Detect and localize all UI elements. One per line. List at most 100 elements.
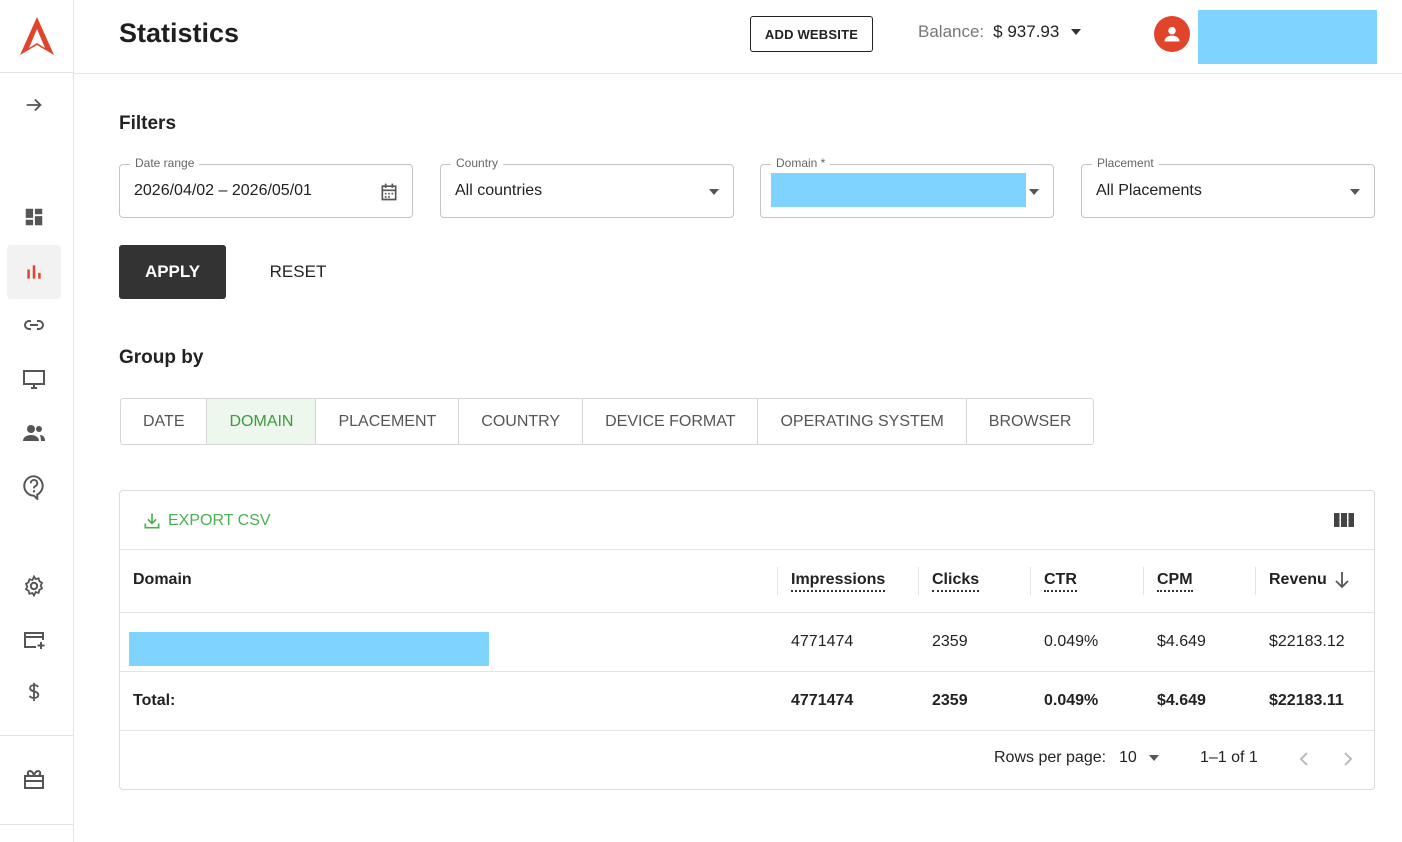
sidebar-item-websites[interactable] <box>7 352 61 406</box>
columns-icon[interactable] <box>1333 511 1355 529</box>
date-range-field[interactable]: Date range 2026/04/02 – 2026/05/01 <box>119 156 413 218</box>
domain-label: Domain * <box>771 156 831 170</box>
user-name-redacted[interactable] <box>1198 10 1377 64</box>
tab-device-format[interactable]: DEVICE FORMAT <box>583 399 759 444</box>
tab-operating-system[interactable]: OPERATING SYSTEM <box>758 399 967 444</box>
apply-button[interactable]: APPLY <box>119 245 226 299</box>
sidebar-item-help[interactable] <box>7 460 61 514</box>
sort-descending-icon[interactable] <box>1334 571 1350 589</box>
revenue-cell: $22183.12 <box>1269 633 1345 650</box>
page-title: Statistics <box>119 18 240 48</box>
column-header-revenue[interactable]: Revenu <box>1269 571 1327 589</box>
date-range-value: 2026/04/02 – 2026/05/01 <box>134 182 312 199</box>
rows-per-page-value: 10 <box>1119 749 1137 766</box>
column-header-ctr[interactable]: CTR <box>1044 571 1077 592</box>
previous-page-icon[interactable] <box>1298 751 1310 767</box>
sidebar-item-payouts[interactable] <box>7 665 61 719</box>
sidebar-item-settings[interactable] <box>7 559 61 613</box>
column-separator <box>1030 567 1031 595</box>
user-avatar[interactable] <box>1154 16 1190 52</box>
placement-value: All Placements <box>1096 182 1202 199</box>
download-icon <box>144 513 160 529</box>
balance-value: $ 937.93 <box>993 22 1060 41</box>
clicks-cell: 2359 <box>932 633 968 650</box>
add-card-icon <box>24 632 45 649</box>
expand-sidebar-button[interactable] <box>7 78 61 132</box>
calendar-icon[interactable] <box>379 181 399 203</box>
caret-down-icon <box>1350 189 1360 195</box>
sidebar-item-statistics[interactable] <box>7 245 61 299</box>
add-website-button[interactable]: ADD WEBSITE <box>750 16 873 52</box>
bar-chart-icon <box>27 265 41 279</box>
placement-select[interactable]: Placement All Placements <box>1081 156 1375 218</box>
link-icon <box>24 320 44 330</box>
column-header-impressions[interactable]: Impressions <box>791 571 886 592</box>
country-value: All countries <box>455 182 543 199</box>
domain-select[interactable]: Domain * <box>760 156 1054 218</box>
users-icon <box>23 425 45 441</box>
tab-placement[interactable]: PLACEMENT <box>316 399 460 444</box>
tab-date[interactable]: DATE <box>121 399 208 444</box>
rows-per-page-label: Rows per page: <box>994 749 1107 766</box>
sidebar-item-rewards[interactable] <box>7 752 61 806</box>
export-csv-label: EXPORT CSV <box>168 512 271 529</box>
tab-country[interactable]: COUNTRY <box>459 399 584 444</box>
sidebar-divider <box>0 735 73 736</box>
total-revenue: $22183.11 <box>1269 692 1344 709</box>
user-icon <box>1164 26 1180 42</box>
country-select[interactable]: Country All countries <box>440 156 734 218</box>
total-label: Total: <box>133 692 176 709</box>
reset-button[interactable]: RESET <box>250 245 346 299</box>
sidebar-item-links[interactable] <box>7 298 61 352</box>
tab-browser[interactable]: BROWSER <box>967 399 1094 444</box>
table-row: 4771474 2359 0.049% $4.649 $22183.12 <box>120 612 1374 671</box>
cpm-cell: $4.649 <box>1157 633 1206 650</box>
sidebar-item-dashboard[interactable] <box>7 190 61 244</box>
pagination-range: 1–1 of 1 <box>1200 749 1258 766</box>
column-header-cpm[interactable]: CPM <box>1157 571 1193 592</box>
caret-down-icon <box>1071 29 1082 35</box>
country-label: Country <box>451 156 504 170</box>
domain-cell-redacted <box>129 632 489 666</box>
table-footer-divider <box>120 730 1374 731</box>
date-range-label: Date range <box>130 156 200 170</box>
top-header: Statistics ADD WEBSITE Balance: $ 937.93 <box>74 0 1402 74</box>
gift-icon <box>24 769 44 789</box>
tab-domain[interactable]: DOMAIN <box>207 399 317 444</box>
app-logo[interactable] <box>0 0 73 73</box>
balance-dropdown[interactable]: Balance: $ 937.93 <box>918 22 1082 42</box>
dashboard-icon <box>25 208 43 226</box>
sidebar-item-referrals[interactable] <box>7 406 61 460</box>
help-icon <box>23 475 44 500</box>
placement-label: Placement <box>1092 156 1159 170</box>
filters-title: Filters <box>119 113 177 134</box>
caret-down-icon <box>1148 755 1159 761</box>
caret-down-icon <box>709 189 719 195</box>
logo-icon <box>19 17 54 55</box>
domain-value-redacted <box>771 173 1026 207</box>
stats-table-card: EXPORT CSV Domain Impressions Clicks CTR… <box>119 490 1375 790</box>
column-separator <box>918 567 919 595</box>
arrow-right-icon <box>26 98 42 112</box>
export-csv-button[interactable]: EXPORT CSV <box>142 511 271 531</box>
gear-icon <box>24 574 44 598</box>
monitor-icon <box>23 370 45 389</box>
total-cpm: $4.649 <box>1157 692 1206 709</box>
total-clicks: 2359 <box>932 692 968 709</box>
sidebar-divider <box>0 824 73 825</box>
column-separator <box>1255 567 1256 595</box>
total-impressions: 4771474 <box>791 692 854 709</box>
column-header-clicks[interactable]: Clicks <box>932 571 980 592</box>
next-page-icon[interactable] <box>1342 751 1354 767</box>
caret-down-icon <box>1029 189 1039 195</box>
rows-per-page-select[interactable]: 10 <box>1119 749 1159 767</box>
column-separator <box>1143 567 1144 595</box>
sidebar-item-payment-methods[interactable] <box>7 613 61 667</box>
table-header-row: Domain Impressions Clicks CTR CPM Revenu <box>120 549 1374 612</box>
balance-label: Balance: <box>918 22 985 41</box>
column-header-domain[interactable]: Domain <box>133 571 192 589</box>
column-separator <box>777 567 778 595</box>
sidebar <box>0 0 74 842</box>
ctr-cell: 0.049% <box>1044 633 1099 650</box>
table-total-row: Total: 4771474 2359 0.049% $4.649 $22183… <box>120 671 1374 730</box>
